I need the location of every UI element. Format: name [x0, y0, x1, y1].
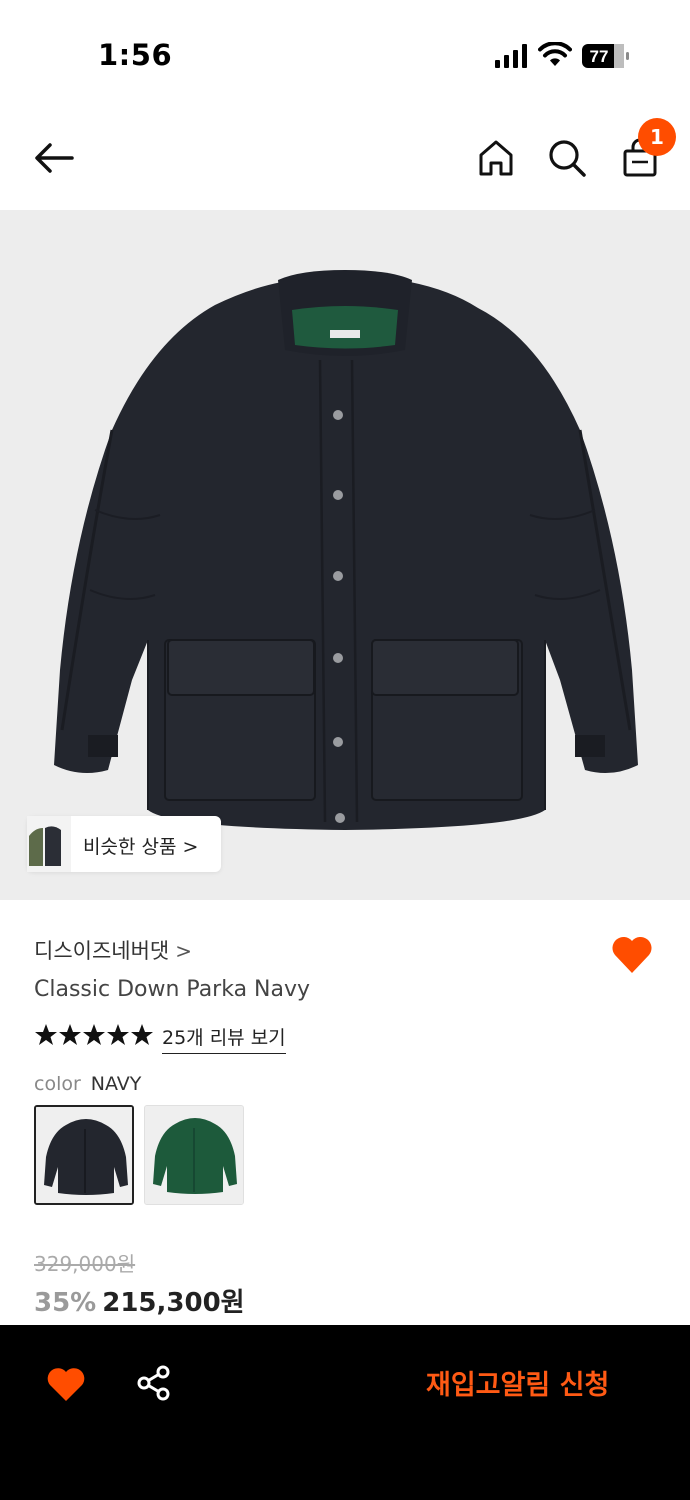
original-price: 329,000원 [34, 1252, 136, 1276]
home-icon[interactable] [474, 136, 518, 180]
product-name: Classic Down Parka Navy [34, 977, 311, 1002]
similar-products-button[interactable]: 비슷한 상품 > [27, 816, 221, 872]
color-selector-label: color NAVY [34, 1073, 141, 1095]
heart-icon[interactable] [610, 933, 654, 975]
battery-level: 77 [590, 47, 609, 66]
cart-count-badge: 1 [638, 118, 676, 156]
cellular-signal-icon [495, 44, 527, 68]
navy-jacket-thumbnail [36, 1107, 132, 1203]
color-value: NAVY [90, 1073, 142, 1095]
bottom-action-bar: 재입고알림 신청 [0, 1325, 690, 1500]
green-jacket-thumbnail [145, 1106, 243, 1204]
similar-products-thumbnails [27, 816, 71, 872]
discount-rate: 35% [34, 1288, 97, 1318]
search-icon[interactable] [545, 136, 589, 180]
price-row: 35% 215,300원 [34, 1282, 245, 1319]
wifi-icon [538, 42, 572, 66]
top-nav-bar [0, 110, 690, 210]
color-swatch-navy[interactable] [34, 1105, 134, 1205]
similar-products-label: 비슷한 상품 > [83, 836, 199, 858]
heart-icon[interactable] [46, 1365, 86, 1403]
review-link[interactable]: 25개 리뷰 보기 [162, 1023, 286, 1054]
product-image[interactable] [0, 210, 690, 900]
chevron-right-icon: > [175, 939, 193, 963]
brand-link[interactable]: 디스이즈네버댓 > [34, 935, 192, 965]
star-rating-icon [35, 1024, 153, 1045]
share-icon[interactable] [134, 1363, 174, 1403]
status-bar: 1:56 77 [0, 0, 690, 110]
color-key: color [34, 1073, 81, 1095]
sale-price: 215,300원 [102, 1288, 245, 1318]
status-time: 1:56 [98, 38, 173, 72]
color-swatch-green[interactable] [144, 1105, 244, 1205]
brand-name: 디스이즈네버댓 [34, 939, 170, 963]
arrow-left-icon[interactable] [30, 138, 78, 178]
jacket-image [54, 270, 638, 830]
restock-alert-button[interactable]: 재입고알림 신청 [426, 1363, 609, 1402]
battery-icon: 77 [582, 44, 629, 68]
